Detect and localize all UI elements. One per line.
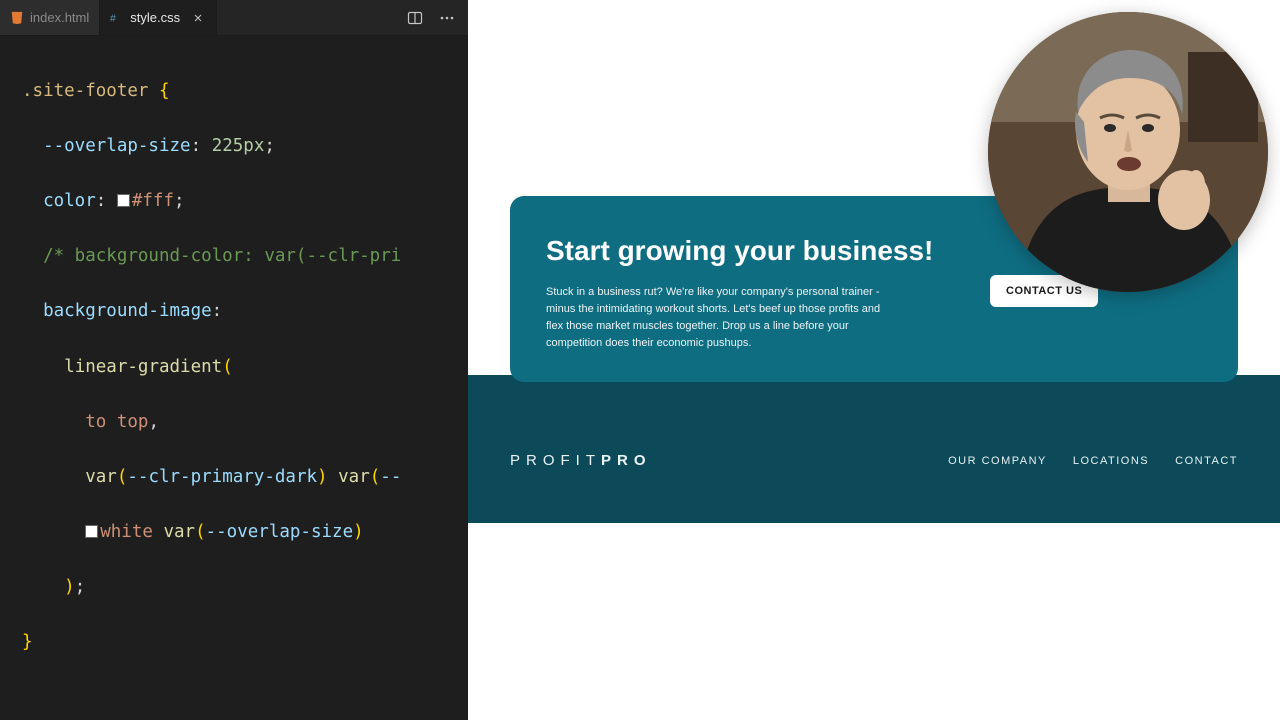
tab-label: index.html bbox=[30, 10, 89, 25]
html-file-icon bbox=[10, 11, 24, 25]
browser-preview-pane: Start growing your business! Stuck in a … bbox=[468, 0, 1280, 720]
tab-actions bbox=[394, 0, 468, 35]
code-token: #fff bbox=[132, 191, 174, 211]
css-file-icon: # bbox=[110, 11, 124, 25]
brand-part-b: PRO bbox=[601, 452, 652, 469]
more-actions-icon[interactable] bbox=[436, 7, 458, 29]
brand-logo: PROFITPRO bbox=[510, 452, 652, 469]
nav-our-company[interactable]: OUR COMPANY bbox=[948, 455, 1047, 467]
nav-locations[interactable]: LOCATIONS bbox=[1073, 455, 1149, 467]
webcam-overlay bbox=[988, 12, 1268, 292]
footer-nav: OUR COMPANY LOCATIONS CONTACT bbox=[948, 455, 1238, 467]
code-token: /* background-color: var(--clr-pri bbox=[22, 246, 401, 266]
cta-body-text: Stuck in a business rut? We're like your… bbox=[546, 284, 886, 352]
editor-tab-bar: index.html # style.css bbox=[0, 0, 468, 36]
tab-label: style.css bbox=[130, 10, 180, 25]
code-content[interactable]: .site-footer { --overlap-size: 225px; co… bbox=[0, 36, 468, 720]
close-icon[interactable] bbox=[190, 10, 206, 26]
nav-contact[interactable]: CONTACT bbox=[1175, 455, 1238, 467]
tab-index-html[interactable]: index.html bbox=[0, 0, 100, 35]
footer-background-band bbox=[468, 375, 1280, 523]
brand-part-a: PROFIT bbox=[510, 452, 601, 469]
cta-heading: Start growing your business! bbox=[546, 230, 966, 272]
tab-style-css[interactable]: # style.css bbox=[100, 0, 217, 35]
split-editor-icon[interactable] bbox=[404, 7, 426, 29]
footer-bar: PROFITPRO OUR COMPANY LOCATIONS CONTACT bbox=[468, 452, 1280, 469]
code-editor-pane: index.html # style.css .site-footer { --… bbox=[0, 0, 468, 720]
svg-text:#: # bbox=[110, 12, 116, 24]
